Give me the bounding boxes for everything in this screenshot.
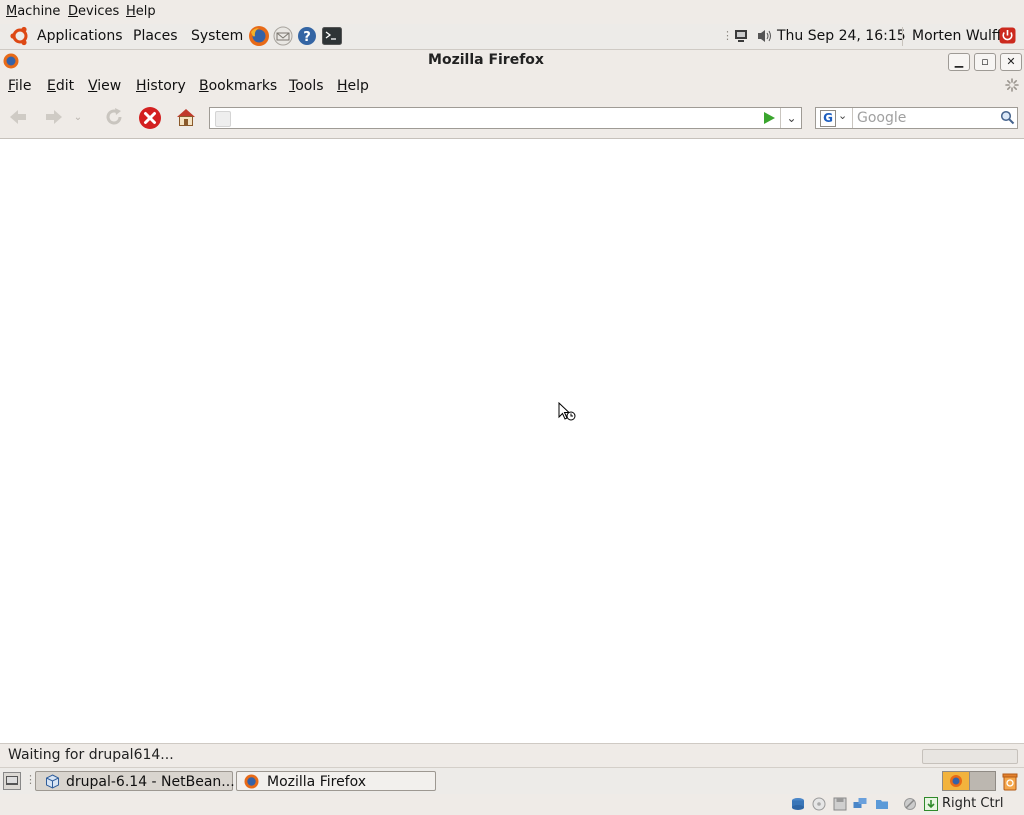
progress-bar bbox=[922, 749, 1018, 764]
vbox-menu-bar: Machine Devices Help bbox=[0, 0, 1024, 24]
clock[interactable]: Thu Sep 24, 16:15 bbox=[777, 28, 906, 44]
url-bar[interactable]: ⌄ bbox=[209, 107, 802, 129]
network-icon[interactable] bbox=[733, 28, 749, 44]
shared-folders-icon[interactable] bbox=[875, 797, 889, 811]
firefox-launcher-icon[interactable] bbox=[248, 25, 270, 47]
panel-separator bbox=[902, 27, 903, 46]
system-menu[interactable]: System bbox=[191, 28, 243, 44]
search-bar[interactable]: G ⌄ Google bbox=[815, 107, 1018, 129]
hard-disk-icon[interactable] bbox=[791, 797, 805, 811]
firefox-menu-bar: File Edit View History Bookmarks Tools H… bbox=[0, 72, 1024, 98]
vbox-status-bar: Right Ctrl bbox=[0, 794, 1024, 815]
shutdown-icon[interactable] bbox=[999, 27, 1016, 44]
search-engine-button[interactable]: G ⌄ bbox=[816, 108, 853, 128]
task-firefox[interactable]: Mozilla Firefox bbox=[236, 771, 436, 791]
panel-handle: ⋮ bbox=[722, 29, 733, 42]
navigation-toolbar: ⌄ ⌄ G ⌄ Google bbox=[0, 98, 1024, 139]
menu-help[interactable]: Help bbox=[337, 78, 369, 94]
throbber-icon bbox=[1005, 78, 1019, 92]
cd-icon[interactable] bbox=[812, 797, 826, 811]
show-desktop-button[interactable] bbox=[3, 772, 21, 790]
gnome-bottom-panel: ⋮ drupal-6.14 - NetBean... Mozilla Firef… bbox=[0, 767, 1024, 795]
network-adapter-icon[interactable] bbox=[853, 797, 867, 811]
firefox-icon bbox=[244, 774, 259, 789]
terminal-launcher-icon[interactable] bbox=[322, 27, 342, 45]
keyboard-capture-icon[interactable] bbox=[924, 797, 938, 811]
workspace-1[interactable] bbox=[943, 772, 970, 790]
google-icon: G bbox=[820, 110, 836, 127]
gnome-top-panel: Applications Places System ? ⋮ Thu Sep 2… bbox=[0, 24, 1024, 50]
task-label: drupal-6.14 - NetBean... bbox=[66, 774, 235, 790]
vbox-menu-help[interactable]: Help bbox=[126, 4, 156, 19]
window-title: Mozilla Firefox bbox=[428, 52, 544, 68]
url-input[interactable] bbox=[236, 110, 756, 126]
busy-pointer-cursor bbox=[558, 401, 578, 424]
engine-dropdown-icon: ⌄ bbox=[838, 109, 848, 122]
history-dropdown-icon[interactable]: ⌄ bbox=[71, 106, 85, 130]
help-launcher-icon[interactable]: ? bbox=[297, 26, 317, 46]
ubuntu-logo-icon[interactable] bbox=[9, 25, 31, 47]
menu-history[interactable]: History bbox=[136, 78, 186, 94]
magnifier-icon[interactable] bbox=[1000, 110, 1015, 125]
status-text: Waiting for drupal614... bbox=[8, 747, 174, 763]
menu-bookmarks[interactable]: Bookmarks bbox=[199, 78, 277, 94]
vbox-menu-machine[interactable]: Machine bbox=[6, 4, 60, 19]
menu-file[interactable]: File bbox=[8, 78, 31, 94]
forward-button[interactable] bbox=[41, 106, 67, 130]
svg-text:?: ? bbox=[303, 30, 311, 45]
close-window-button[interactable]: ✕ bbox=[1000, 53, 1022, 71]
status-bar: Waiting for drupal614... bbox=[0, 743, 1024, 768]
task-label: Mozilla Firefox bbox=[267, 774, 367, 790]
stop-button[interactable] bbox=[137, 106, 163, 130]
workspace-switcher[interactable] bbox=[942, 771, 996, 791]
floppy-icon[interactable] bbox=[833, 797, 847, 811]
reload-button[interactable] bbox=[101, 106, 127, 130]
site-identity-icon[interactable] bbox=[215, 111, 231, 127]
task-netbeans[interactable]: drupal-6.14 - NetBean... bbox=[35, 771, 235, 791]
mail-launcher-icon[interactable] bbox=[273, 26, 293, 46]
menu-tools[interactable]: Tools bbox=[289, 78, 324, 94]
menu-edit[interactable]: Edit bbox=[47, 78, 74, 94]
trash-icon[interactable] bbox=[1001, 772, 1019, 791]
page-content[interactable] bbox=[0, 139, 1024, 743]
host-key-label: Right Ctrl bbox=[942, 796, 1004, 811]
home-button[interactable] bbox=[173, 106, 199, 130]
url-dropdown-button[interactable]: ⌄ bbox=[780, 108, 802, 128]
vbox-menu-devices[interactable]: Devices bbox=[68, 4, 119, 19]
menu-view[interactable]: View bbox=[88, 78, 121, 94]
search-input[interactable]: Google bbox=[857, 110, 906, 126]
applications-menu[interactable]: Applications bbox=[37, 28, 123, 44]
window-titlebar[interactable]: Mozilla Firefox ▁ ▫ ✕ bbox=[0, 50, 1024, 72]
places-menu[interactable]: Places bbox=[133, 28, 178, 44]
back-button[interactable] bbox=[5, 106, 31, 130]
go-arrow-icon[interactable] bbox=[762, 111, 776, 125]
volume-icon[interactable] bbox=[756, 28, 774, 44]
maximize-button[interactable]: ▫ bbox=[974, 53, 996, 71]
minimize-button[interactable]: ▁ bbox=[948, 53, 970, 71]
netbeans-icon bbox=[45, 774, 60, 789]
mouse-integration-icon[interactable] bbox=[903, 797, 917, 811]
user-switcher[interactable]: Morten Wulff bbox=[912, 28, 1002, 44]
